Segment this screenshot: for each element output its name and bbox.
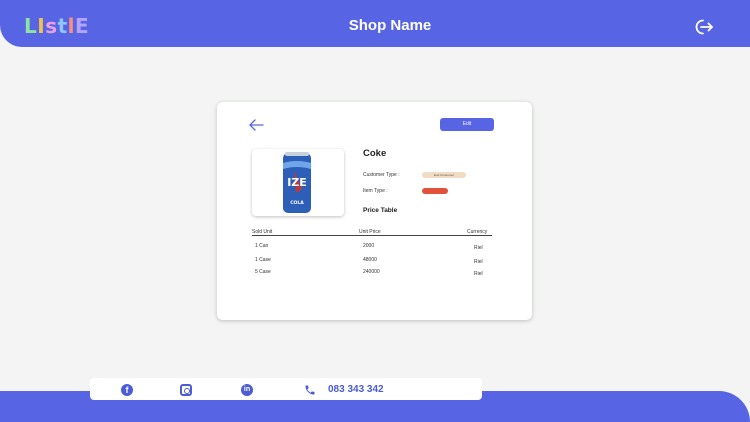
- product-detail-card: Edit IZE COLA Coke Customer Type : End C…: [217, 102, 532, 320]
- logout-icon[interactable]: [694, 18, 714, 36]
- shop-name-title: Shop Name: [348, 17, 432, 34]
- facebook-icon[interactable]: f: [121, 384, 133, 396]
- can-label-main: IZE: [287, 176, 307, 189]
- table-cell-currency: Riel: [474, 259, 483, 265]
- product-image: IZE COLA: [252, 149, 344, 216]
- table-cell-unit: 5 Case: [255, 269, 271, 275]
- table-header-divider: [252, 235, 492, 236]
- can-label-sub: COLA: [290, 200, 304, 206]
- edit-button[interactable]: Edit: [440, 118, 494, 131]
- table-cell-currency: Riel: [474, 271, 483, 277]
- phone-number[interactable]: 083 343 342: [328, 384, 384, 395]
- linkedin-icon[interactable]: in: [241, 384, 253, 396]
- table-cell-price: 2000: [363, 243, 375, 249]
- price-table-title: Price Table: [363, 207, 398, 214]
- table-cell-price: 48000: [363, 257, 377, 263]
- table-cell-unit: 1 Can: [255, 243, 269, 249]
- table-cell-currency: Riel: [474, 245, 483, 251]
- back-arrow-icon[interactable]: [248, 118, 264, 132]
- customer-type-badge[interactable]: End Consumer: [422, 172, 466, 178]
- phone-icon[interactable]: [304, 384, 316, 396]
- product-name: Coke: [363, 148, 387, 159]
- app-header: LIstlE Shop Name: [0, 0, 750, 47]
- item-type-badge[interactable]: [422, 188, 448, 194]
- item-type-label: Item Type :: [363, 188, 388, 194]
- table-cell-price: 240000: [363, 269, 380, 275]
- instagram-icon[interactable]: [180, 384, 192, 396]
- table-cell-unit: 1 Case: [255, 257, 271, 263]
- contact-bar: f in 083 343 342: [90, 378, 482, 400]
- customer-type-label: Customer Type :: [363, 172, 400, 178]
